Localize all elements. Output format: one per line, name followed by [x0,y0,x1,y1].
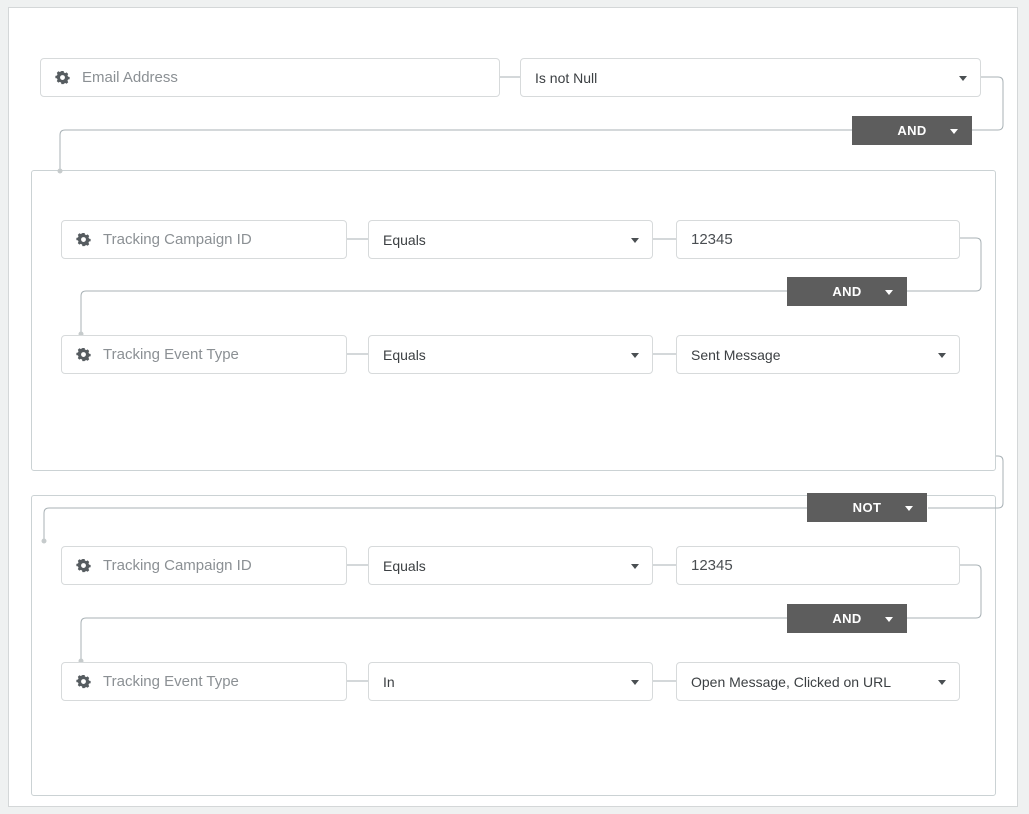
combinator-label: AND [832,284,861,299]
field-label: Tracking Event Type [103,346,239,363]
field-label: Tracking Campaign ID [103,557,252,574]
combinator-label: AND [832,611,861,626]
value-input[interactable] [676,220,960,259]
combinator-label: NOT [853,500,882,515]
caret-down-icon[interactable] [950,129,958,134]
operator-value: In [383,674,395,690]
caret-down-icon [631,238,639,243]
rule-field-tracking-campaign-id[interactable]: Tracking Campaign ID [61,546,347,585]
value-input[interactable] [676,546,960,585]
combinator-not[interactable]: NOT [807,493,927,522]
rule-group-2 [31,495,996,796]
combinator-and-group2[interactable]: AND [787,604,907,633]
rule-field-tracking-event-type[interactable]: Tracking Event Type [61,662,347,701]
segment-builder-page: Email Address Is not Null AND Tracking C… [0,0,1029,814]
rule-field-tracking-campaign-id[interactable]: Tracking Campaign ID [61,220,347,259]
gear-icon[interactable] [76,558,91,573]
caret-down-icon [938,680,946,685]
combinator-and-group1[interactable]: AND [787,277,907,306]
combinator-label: AND [897,123,926,138]
gear-icon[interactable] [76,674,91,689]
caret-down-icon [938,353,946,358]
operator-select-root[interactable]: Is not Null [520,58,981,97]
field-label: Email Address [82,69,178,86]
operator-select[interactable]: Equals [368,335,653,374]
operator-value: Equals [383,558,426,574]
combinator-and-root[interactable]: AND [852,116,972,145]
field-label: Tracking Event Type [103,673,239,690]
value-text: Open Message, Clicked on URL [691,674,891,690]
caret-down-icon [959,76,967,81]
field-label: Tracking Campaign ID [103,231,252,248]
rule-field-email-address[interactable]: Email Address [40,58,500,97]
caret-down-icon [631,680,639,685]
caret-down-icon[interactable] [905,506,913,511]
caret-down-icon[interactable] [885,617,893,622]
operator-select[interactable]: Equals [368,220,653,259]
value-select[interactable]: Sent Message [676,335,960,374]
rule-field-tracking-event-type[interactable]: Tracking Event Type [61,335,347,374]
operator-value: Equals [383,232,426,248]
operator-value: Equals [383,347,426,363]
operator-value: Is not Null [535,70,597,86]
gear-icon[interactable] [76,232,91,247]
value-text: Sent Message [691,347,781,363]
operator-select[interactable]: In [368,662,653,701]
caret-down-icon[interactable] [885,290,893,295]
gear-icon[interactable] [76,347,91,362]
operator-select[interactable]: Equals [368,546,653,585]
value-select[interactable]: Open Message, Clicked on URL [676,662,960,701]
caret-down-icon [631,564,639,569]
rule-group-1 [31,170,996,471]
gear-icon[interactable] [55,70,70,85]
caret-down-icon [631,353,639,358]
